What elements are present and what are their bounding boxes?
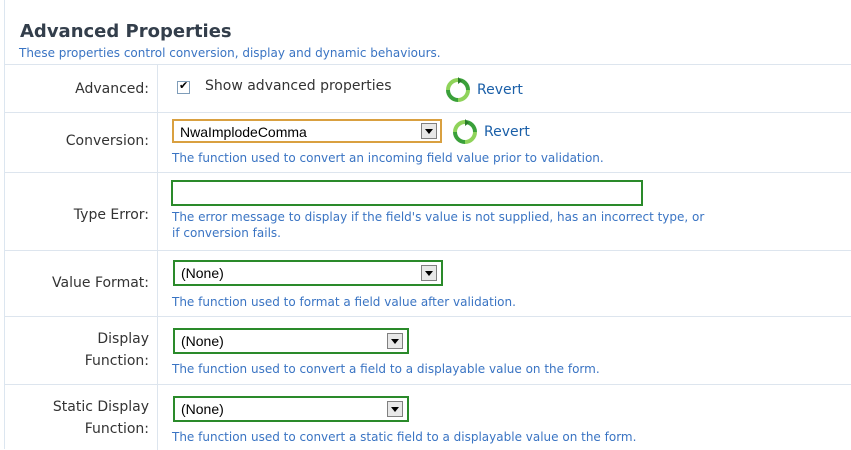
dropdown-arrow-icon[interactable] — [387, 401, 403, 417]
refresh-icon — [446, 77, 470, 102]
section-subtitle: These properties control conversion, dis… — [19, 46, 441, 60]
section-title: Advanced Properties — [20, 21, 232, 42]
refresh-icon — [453, 119, 477, 144]
static-display-function-help-text: The function used to convert a static fi… — [172, 430, 637, 444]
label-cell: Type Error: — [5, 173, 158, 251]
revert-label: Revert — [477, 82, 523, 98]
advanced-label: Advanced: — [75, 81, 149, 97]
advanced-revert-link[interactable]: Revert — [445, 77, 523, 103]
display-function-help-text: The function used to convert a field to … — [172, 362, 600, 376]
conversion-label: Conversion: — [65, 133, 149, 149]
check-icon: ✔ — [179, 79, 189, 92]
static-display-function-label-line1: Static Display — [52, 399, 149, 415]
conversion-help-text: The function used to convert an incoming… — [172, 151, 604, 165]
dropdown-arrow-icon[interactable] — [421, 123, 437, 139]
row-conversion: Conversion: NwaImplodeComma Revert The f… — [5, 112, 851, 173]
value-format-label: Value Format: — [52, 275, 149, 291]
label-cell: Value Format: — [5, 251, 158, 317]
row-advanced: Advanced: ✔ Show advanced properties Rev… — [5, 64, 851, 113]
row-display-function: Display Function: (None) The function us… — [5, 316, 851, 385]
dropdown-arrow-icon[interactable] — [421, 265, 437, 281]
row-static-display-function: Static Display Function: (None) The func… — [5, 384, 851, 450]
value-format-selected-value: (None) — [181, 265, 224, 281]
display-function-select[interactable]: (None) — [173, 328, 409, 354]
static-display-function-selected-value: (None) — [181, 401, 224, 417]
conversion-selected-value: NwaImplodeComma — [180, 124, 307, 140]
show-advanced-checkbox[interactable]: ✔ — [177, 79, 190, 94]
show-advanced-label: Show advanced properties — [205, 78, 392, 94]
row-type-error: Type Error: The error message to display… — [5, 172, 851, 251]
type-error-label: Type Error: — [73, 207, 149, 223]
section-header: Advanced Properties These properties con… — [5, 0, 851, 64]
value-format-help-text: The function used to format a field valu… — [172, 295, 516, 309]
label-cell: Advanced: — [5, 65, 158, 113]
type-error-input[interactable] — [171, 180, 643, 206]
display-function-selected-value: (None) — [181, 333, 224, 349]
display-function-label-line2: Function: — [84, 353, 149, 369]
static-display-function-select[interactable]: (None) — [173, 396, 409, 422]
type-error-help-line2: if conversion fails. — [172, 226, 281, 240]
display-function-label-line1: Display — [97, 331, 149, 347]
dropdown-arrow-icon[interactable] — [387, 333, 403, 349]
row-value-format: Value Format: (None) The function used t… — [5, 250, 851, 317]
conversion-select[interactable]: NwaImplodeComma — [172, 119, 442, 143]
revert-label: Revert — [484, 124, 530, 140]
type-error-help-line1: The error message to display if the fiel… — [172, 210, 705, 224]
value-format-select[interactable]: (None) — [173, 260, 443, 286]
label-cell: Conversion: — [5, 113, 158, 173]
label-cell: Static Display Function: — [5, 385, 158, 450]
label-cell: Display Function: — [5, 317, 158, 385]
advanced-properties-panel: Advanced Properties These properties con… — [0, 0, 851, 450]
static-display-function-label-line2: Function: — [84, 421, 149, 437]
conversion-revert-link[interactable]: Revert — [452, 119, 530, 145]
